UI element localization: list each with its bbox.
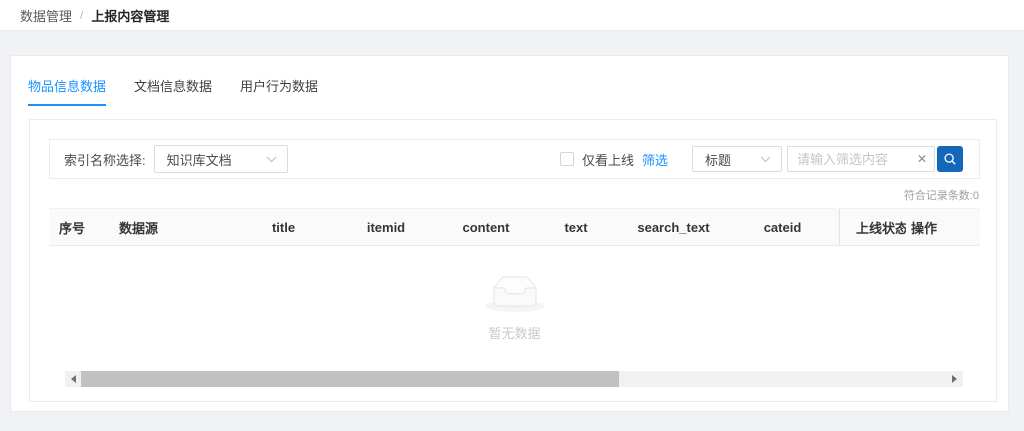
column-header-actions: 操作	[906, 209, 980, 245]
table-header: 序号 数据源 title itemid content text search_…	[49, 208, 980, 246]
content-panel: 索引名称选择: 知识库文档 仅看上线 筛选 标题	[29, 119, 997, 402]
column-header-content: content	[441, 209, 531, 245]
index-select-label: 索引名称选择:	[64, 150, 146, 169]
breadcrumb-item-report-content-management: 上报内容管理	[91, 6, 169, 25]
filter-link[interactable]: 筛选	[642, 150, 668, 169]
breadcrumb-separator: /	[80, 8, 83, 22]
online-only-label: 仅看上线	[582, 150, 634, 169]
filter-search-field: ✕	[787, 146, 935, 172]
main-card: 物品信息数据 文档信息数据 用户行为数据 索引名称选择: 知识库文档 仅看上线 …	[10, 55, 1009, 412]
column-header-title: title	[236, 209, 331, 245]
breadcrumb-item-data-management[interactable]: 数据管理	[20, 6, 72, 25]
breadcrumb: 数据管理 / 上报内容管理	[20, 6, 169, 25]
table-empty-state: 暂无数据	[49, 246, 980, 368]
tab-doc-info-data[interactable]: 文档信息数据	[134, 76, 212, 106]
index-select-value: 知识库文档	[167, 150, 232, 169]
tab-user-behavior-data[interactable]: 用户行为数据	[240, 76, 318, 106]
search-icon	[943, 152, 957, 166]
arrow-left-icon	[67, 375, 76, 383]
column-header-datasource: 数据源	[106, 209, 236, 245]
column-header-itemid: itemid	[331, 209, 441, 245]
tab-item-info-data[interactable]: 物品信息数据	[28, 76, 106, 106]
field-select[interactable]: 标题	[692, 146, 782, 172]
column-header-index: 序号	[49, 209, 106, 245]
search-button[interactable]	[937, 146, 963, 172]
field-select-value: 标题	[705, 150, 731, 169]
search-input[interactable]	[797, 152, 913, 167]
column-header-text: text	[531, 209, 621, 245]
scrollbar-thumb[interactable]	[81, 371, 619, 387]
scroll-right-button[interactable]	[947, 371, 963, 387]
arrow-right-icon	[952, 375, 961, 383]
index-select[interactable]: 知识库文档	[154, 145, 288, 173]
tab-bar: 物品信息数据 文档信息数据 用户行为数据	[11, 56, 1008, 106]
top-bar: 数据管理 / 上报内容管理	[0, 0, 1024, 31]
column-header-search-text: search_text	[621, 209, 726, 245]
filter-bar: 索引名称选择: 知识库文档 仅看上线 筛选 标题	[49, 139, 980, 179]
column-header-online-status: 上线状态	[840, 209, 906, 245]
clear-icon[interactable]: ✕	[913, 153, 927, 165]
column-header-cateid: cateid	[726, 209, 839, 245]
scroll-left-button[interactable]	[65, 371, 81, 387]
empty-box-icon	[483, 273, 547, 314]
chevron-down-icon	[266, 156, 277, 163]
chevron-down-icon	[760, 156, 771, 163]
record-count: 符合记录条数:0	[49, 187, 979, 203]
empty-text: 暂无数据	[488, 323, 540, 342]
horizontal-scrollbar[interactable]	[65, 371, 963, 387]
online-only-checkbox[interactable]	[560, 152, 574, 166]
